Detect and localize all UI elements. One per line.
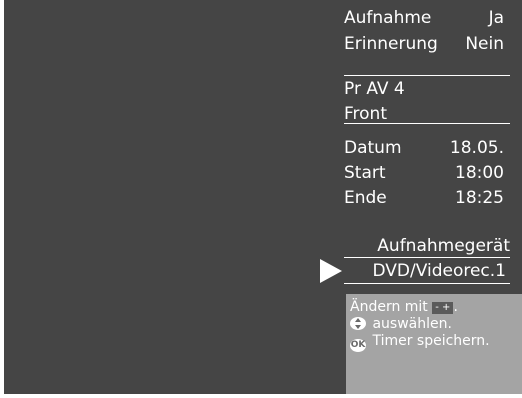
divider-1 (344, 75, 510, 76)
device-value[interactable]: DVD/Videorec.1 (344, 261, 506, 281)
divider-4 (344, 283, 510, 284)
start-value[interactable]: 18:00 (420, 163, 504, 183)
aufnahme-value[interactable]: Ja (440, 8, 504, 28)
source-value[interactable]: Front (344, 104, 387, 124)
minus-plus-key-icon: - + (432, 302, 454, 314)
help-change-text: Ändern mit (350, 299, 428, 315)
ende-value[interactable]: 18:25 (420, 188, 504, 208)
program-value[interactable]: Pr AV 4 (344, 79, 405, 99)
erinnerung-label: Erinnerung (344, 34, 438, 54)
help-line-2: auswählen. (350, 316, 452, 333)
help-select-text: auswählen. (372, 316, 452, 332)
datum-label: Datum (344, 138, 402, 158)
aufnahme-label: Aufnahme (344, 8, 432, 28)
ok-key-icon: OK (350, 339, 366, 352)
selection-arrow-icon (320, 259, 342, 283)
help-period: . (453, 299, 458, 315)
erinnerung-value[interactable]: Nein (440, 34, 504, 54)
help-line-1: Ändern mit - +. (350, 299, 458, 316)
divider-2 (344, 123, 510, 124)
ende-label: Ende (344, 188, 387, 208)
help-save-text: Timer speichern. (372, 333, 490, 349)
help-line-3: OK Timer speichern. (350, 333, 490, 352)
device-heading: Aufnahmegerät (377, 236, 510, 256)
start-label: Start (344, 163, 386, 183)
help-panel: Ändern mit - +. auswählen. OK Timer spei… (346, 294, 522, 394)
datum-value[interactable]: 18.05. (420, 138, 504, 158)
up-down-key-icon (350, 317, 366, 330)
divider-3 (344, 257, 510, 258)
